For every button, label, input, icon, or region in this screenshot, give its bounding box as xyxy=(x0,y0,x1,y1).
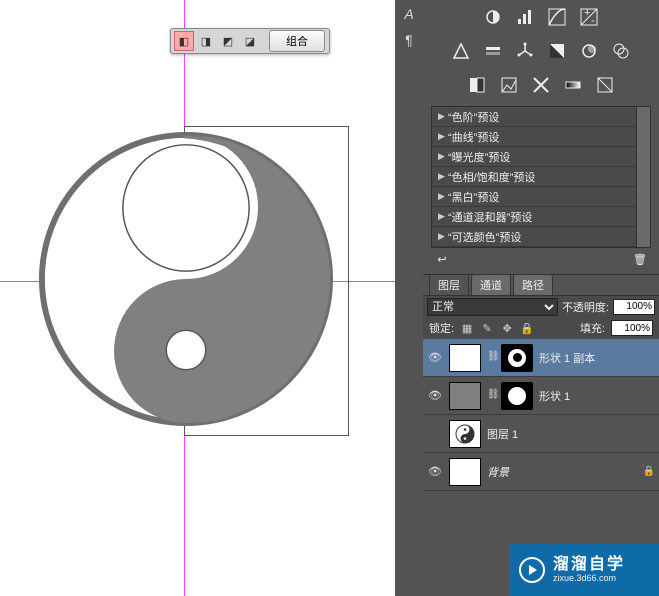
preset-label: “黑白”预设 xyxy=(448,189,499,205)
chevron-right-icon: ▶ xyxy=(438,171,448,182)
layer-row[interactable]: 图层 1 xyxy=(423,415,659,453)
chevron-right-icon: ▶ xyxy=(438,211,448,222)
preset-label: “色阶”预设 xyxy=(448,109,499,125)
layer-name[interactable]: 形状 1 xyxy=(539,388,655,404)
black-white-icon[interactable] xyxy=(546,40,568,62)
chevron-right-icon: ▶ xyxy=(438,191,448,202)
lock-label: 锁定: xyxy=(429,320,454,336)
adjustments-panel: +- xyxy=(423,0,659,102)
tab-paths[interactable]: 路径 xyxy=(513,274,553,295)
vibrance-icon[interactable] xyxy=(450,40,472,62)
pathop-subtract-icon[interactable]: ◨ xyxy=(197,32,215,50)
preset-item[interactable]: ▶“通道混和器”预设 xyxy=(432,207,650,227)
svg-text:-: - xyxy=(591,15,595,27)
preset-label: “曲线”预设 xyxy=(448,129,499,145)
fill-label: 填充: xyxy=(580,320,605,336)
chevron-right-icon: ▶ xyxy=(438,131,448,142)
layer-row[interactable]: 👁 背景 🔒 xyxy=(423,453,659,491)
paragraph-panel-icon[interactable]: ¶ xyxy=(405,32,413,48)
lock-transparent-icon[interactable]: ▦ xyxy=(460,321,474,335)
lock-all-icon[interactable]: 🔒 xyxy=(520,321,534,335)
panel-column: A ¶ +- xyxy=(395,0,659,596)
panel-dock-tabs: A ¶ xyxy=(395,0,423,596)
lock-fill-row: 锁定: ▦ ✎ ✥ 🔒 填充: xyxy=(423,317,659,339)
layer-thumbnail[interactable] xyxy=(449,382,481,410)
gradient-map-icon[interactable] xyxy=(562,74,584,96)
blend-opacity-row: 正常 不透明度: xyxy=(423,295,659,317)
character-panel-icon[interactable]: A xyxy=(404,6,413,22)
posterize-icon[interactable] xyxy=(498,74,520,96)
channel-mixer-icon[interactable] xyxy=(610,40,632,62)
panel-body: +- ▶“色阶”预设 ▶“曲线”预设 ▶“曝光度”预设 xyxy=(423,0,659,596)
yinyang-artwork[interactable] xyxy=(38,128,334,430)
opacity-label: 不透明度: xyxy=(562,299,609,315)
layer-thumbnail[interactable] xyxy=(449,420,481,448)
return-to-adjustment-icon[interactable]: ↩ xyxy=(433,250,451,268)
layer-name[interactable]: 背景 xyxy=(487,464,637,480)
watermark-brand: 溜溜自学 xyxy=(553,556,625,574)
opacity-input[interactable] xyxy=(613,299,655,315)
brightness-contrast-icon[interactable] xyxy=(482,6,504,28)
invert-icon[interactable] xyxy=(466,74,488,96)
exposure-icon[interactable]: +- xyxy=(578,6,600,28)
link-icon: ⛓ xyxy=(487,351,495,365)
chevron-right-icon: ▶ xyxy=(438,111,448,122)
preset-item[interactable]: ▶“曝光度”预设 xyxy=(432,147,650,167)
visibility-toggle-icon[interactable]: 👁 xyxy=(427,388,443,404)
canvas-area[interactable] xyxy=(0,0,395,596)
layer-mask-thumbnail[interactable] xyxy=(501,344,533,372)
preset-label: “色相/饱和度”预设 xyxy=(448,169,535,185)
chevron-right-icon: ▶ xyxy=(438,151,448,162)
lock-pixels-icon[interactable]: ✎ xyxy=(480,321,494,335)
selective-color-icon[interactable] xyxy=(594,74,616,96)
layer-row[interactable]: 👁 ⛓ 形状 1 副本 xyxy=(423,339,659,377)
combine-button[interactable]: 组合 xyxy=(269,30,325,52)
presets-list: ▶“色阶”预设 ▶“曲线”预设 ▶“曝光度”预设 ▶“色相/饱和度”预设 ▶“黑… xyxy=(431,106,651,248)
pathop-intersect-icon[interactable]: ◩ xyxy=(219,32,237,50)
layers-panel-tabs: 图层 通道 路径 xyxy=(423,275,659,295)
layer-thumbnail[interactable] xyxy=(449,458,481,486)
preset-item[interactable]: ▶“黑白”预设 xyxy=(432,187,650,207)
chevron-right-icon: ▶ xyxy=(438,231,448,242)
layer-row[interactable]: 👁 ⛓ 形状 1 xyxy=(423,377,659,415)
watermark: 溜溜自学 zixue.3d66.com xyxy=(509,544,659,596)
layer-name[interactable]: 形状 1 副本 xyxy=(539,350,655,366)
tab-layers[interactable]: 图层 xyxy=(429,274,469,295)
hue-sat-icon[interactable] xyxy=(482,40,504,62)
link-icon: ⛓ xyxy=(487,389,495,403)
pathop-exclude-icon[interactable]: ◪ xyxy=(241,32,259,50)
color-balance-icon[interactable] xyxy=(514,40,536,62)
layer-thumbnail[interactable] xyxy=(449,344,481,372)
visibility-toggle-icon[interactable]: 👁 xyxy=(427,464,443,480)
preset-item[interactable]: ▶“曲线”预设 xyxy=(432,127,650,147)
preset-label: “可选颜色”预设 xyxy=(448,229,521,245)
svg-text:+: + xyxy=(584,7,590,19)
watermark-logo-icon xyxy=(519,557,545,583)
delete-adjustment-icon[interactable]: 🗑 xyxy=(631,250,649,268)
lock-icon: 🔒 xyxy=(643,466,655,477)
levels-icon[interactable] xyxy=(514,6,536,28)
lock-position-icon[interactable]: ✥ xyxy=(500,321,514,335)
presets-footer: ↩ 🗑 xyxy=(423,248,659,270)
pathop-unite-icon[interactable]: ◧ xyxy=(175,32,193,50)
watermark-url: zixue.3d66.com xyxy=(553,574,625,584)
fill-input[interactable] xyxy=(611,320,653,336)
preset-label: “通道混和器”预设 xyxy=(448,209,532,225)
tab-channels[interactable]: 通道 xyxy=(471,274,511,295)
layer-mask-thumbnail[interactable] xyxy=(501,382,533,410)
visibility-toggle-icon[interactable]: 👁 xyxy=(427,350,443,366)
layer-name[interactable]: 图层 1 xyxy=(487,426,655,442)
curves-icon[interactable] xyxy=(546,6,568,28)
layers-panel: 图层 通道 路径 正常 不透明度: 锁定: ▦ ✎ ✥ 🔒 填充: xyxy=(423,274,659,596)
photo-filter-icon[interactable] xyxy=(578,40,600,62)
presets-scrollbar[interactable] xyxy=(636,107,650,247)
blend-mode-select[interactable]: 正常 xyxy=(427,298,558,316)
preset-label: “曝光度”预设 xyxy=(448,149,510,165)
preset-item[interactable]: ▶“色阶”预设 xyxy=(432,107,650,127)
float-toolbar[interactable]: ◧ ◨ ◩ ◪ 组合 xyxy=(170,28,330,54)
preset-item[interactable]: ▶“色相/饱和度”预设 xyxy=(432,167,650,187)
preset-item[interactable]: ▶“可选颜色”预设 xyxy=(432,227,650,247)
visibility-toggle-icon[interactable] xyxy=(427,426,443,442)
threshold-icon[interactable] xyxy=(530,74,552,96)
